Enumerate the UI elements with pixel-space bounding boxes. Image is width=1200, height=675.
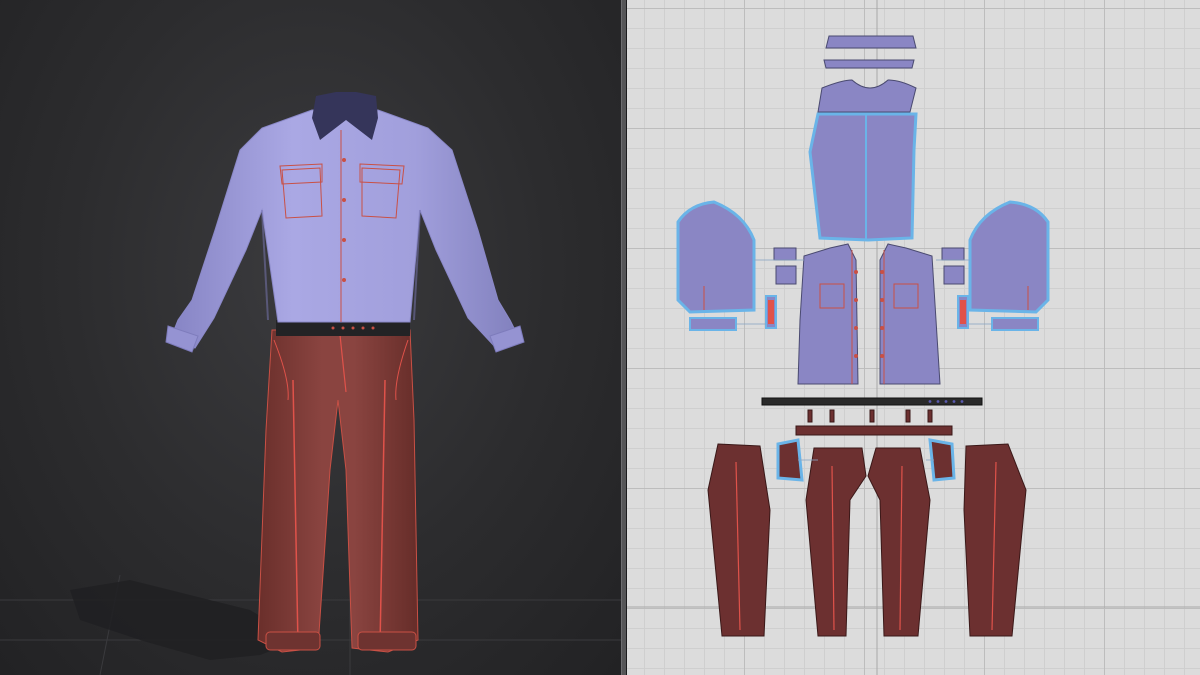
pattern-pants-front-left[interactable] xyxy=(805,447,867,637)
3d-scene[interactable] xyxy=(0,0,621,675)
pattern-belt[interactable] xyxy=(761,397,983,406)
shirt-3d[interactable] xyxy=(165,92,525,353)
3d-viewport[interactable] xyxy=(0,0,621,675)
pattern-waistband[interactable] xyxy=(795,425,953,436)
pattern-sleeve-right[interactable] xyxy=(968,200,1050,314)
pants-3d[interactable] xyxy=(257,329,419,653)
pattern-front-left[interactable] xyxy=(797,243,859,385)
pattern-sleeve-left[interactable] xyxy=(676,200,756,314)
pattern-collar[interactable] xyxy=(825,35,917,49)
pattern-cuff-right[interactable] xyxy=(991,317,1039,331)
2d-pattern-viewport[interactable] xyxy=(627,0,1200,675)
pattern-back[interactable] xyxy=(808,112,918,242)
pattern-collar-stand[interactable] xyxy=(823,59,915,69)
pattern-cuff-left[interactable] xyxy=(689,317,737,331)
pattern-belt-loops[interactable] xyxy=(807,409,933,423)
pattern-yoke[interactable] xyxy=(817,79,917,113)
pattern-front-right[interactable] xyxy=(879,243,941,385)
pattern-canvas[interactable] xyxy=(627,0,1200,675)
